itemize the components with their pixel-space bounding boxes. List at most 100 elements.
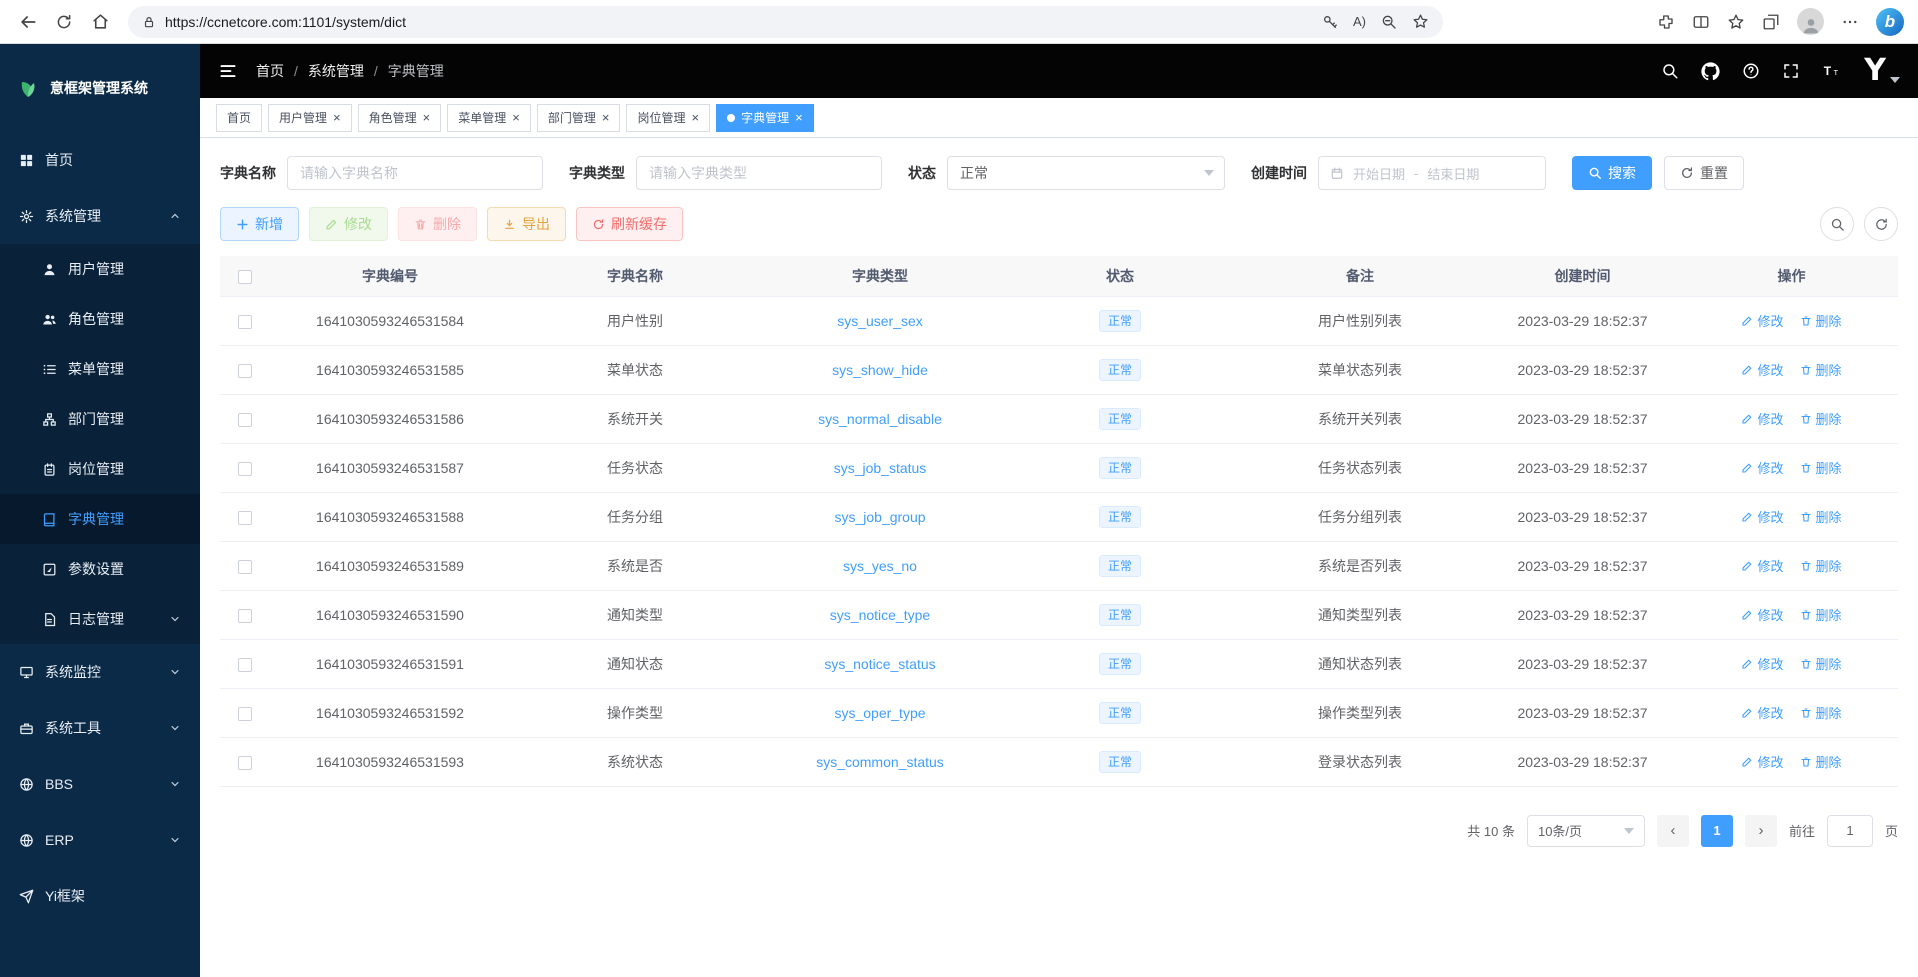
add-button[interactable]: 新增: [220, 207, 299, 241]
profile-avatar[interactable]: [1797, 8, 1824, 35]
row-checkbox[interactable]: [238, 707, 252, 721]
status-select[interactable]: 正常: [947, 156, 1225, 190]
row-edit-button[interactable]: 修改: [1741, 654, 1783, 673]
sidebar-item-system-tools[interactable]: 系统工具: [0, 700, 200, 756]
close-icon[interactable]: ×: [795, 111, 803, 124]
dict-name-input[interactable]: [287, 156, 543, 190]
row-edit-button[interactable]: 修改: [1741, 409, 1783, 428]
row-delete-button[interactable]: 删除: [1800, 458, 1842, 477]
dict-type-link[interactable]: sys_normal_disable: [818, 411, 942, 427]
row-checkbox[interactable]: [238, 511, 252, 525]
row-checkbox[interactable]: [238, 462, 252, 476]
sidebar-item-dict-management[interactable]: 字典管理: [0, 494, 200, 544]
sidebar-item-menu-management[interactable]: 菜单管理: [0, 344, 200, 394]
read-aloud-icon[interactable]: A): [1353, 14, 1366, 29]
fullscreen-button[interactable]: [1782, 62, 1800, 80]
dict-type-link[interactable]: sys_notice_type: [830, 607, 930, 623]
app-logo[interactable]: 意框架管理系统: [0, 44, 200, 132]
refresh-cache-button[interactable]: 刷新缓存: [576, 207, 683, 241]
close-icon[interactable]: ×: [602, 111, 610, 124]
row-delete-button[interactable]: 删除: [1800, 703, 1842, 722]
tab-home[interactable]: 首页: [216, 104, 262, 132]
github-link-button[interactable]: [1701, 62, 1720, 81]
sidebar-item-post-management[interactable]: 岗位管理: [0, 444, 200, 494]
favorites-bar-icon[interactable]: [1727, 13, 1745, 31]
sidebar-item-system-management[interactable]: 系统管理: [0, 188, 200, 244]
close-icon[interactable]: ×: [691, 111, 699, 124]
sidebar-item-dept-management[interactable]: 部门管理: [0, 394, 200, 444]
row-checkbox[interactable]: [238, 315, 252, 329]
row-delete-button[interactable]: 删除: [1800, 654, 1842, 673]
goto-page-input[interactable]: [1827, 815, 1873, 847]
sidebar-item-param-settings[interactable]: 参数设置: [0, 544, 200, 594]
row-edit-button[interactable]: 修改: [1741, 752, 1783, 771]
dict-type-link[interactable]: sys_job_group: [834, 509, 925, 525]
row-checkbox[interactable]: [238, 756, 252, 770]
edit-button[interactable]: 修改: [309, 207, 388, 241]
close-icon[interactable]: ×: [333, 111, 341, 124]
dict-type-link[interactable]: sys_notice_status: [824, 656, 935, 672]
url-text[interactable]: https://ccnetcore.com:1101/system/dict: [165, 14, 1313, 30]
dict-type-link[interactable]: sys_common_status: [816, 754, 944, 770]
reset-button[interactable]: 重置: [1664, 156, 1744, 190]
split-screen-icon[interactable]: [1692, 13, 1710, 31]
row-edit-button[interactable]: 修改: [1741, 556, 1783, 575]
tab-post-management[interactable]: 岗位管理×: [626, 104, 710, 132]
font-size-button[interactable]: TT: [1822, 62, 1842, 80]
export-button[interactable]: 导出: [487, 207, 566, 241]
breadcrumb-item-home[interactable]: 首页: [256, 61, 284, 81]
page-size-select[interactable]: 10条/页: [1527, 815, 1645, 847]
sidebar-item-home[interactable]: 首页: [0, 132, 200, 188]
sidebar-item-system-monitor[interactable]: 系统监控: [0, 644, 200, 700]
more-options-icon[interactable]: [1841, 13, 1859, 31]
zoom-icon[interactable]: [1381, 14, 1397, 30]
tab-role-management[interactable]: 角色管理×: [358, 104, 442, 132]
dict-type-link[interactable]: sys_user_sex: [837, 313, 923, 329]
row-delete-button[interactable]: 删除: [1800, 360, 1842, 379]
browser-back-button[interactable]: [10, 4, 46, 40]
row-edit-button[interactable]: 修改: [1741, 311, 1783, 330]
bing-copilot-icon[interactable]: b: [1876, 8, 1904, 36]
dict-type-link[interactable]: sys_job_status: [834, 460, 927, 476]
help-button[interactable]: [1742, 62, 1760, 80]
row-checkbox[interactable]: [238, 560, 252, 574]
page-number-button[interactable]: 1: [1701, 815, 1733, 847]
sidebar-item-user-management[interactable]: 用户管理: [0, 244, 200, 294]
tab-dept-management[interactable]: 部门管理×: [537, 104, 621, 132]
delete-button[interactable]: 删除: [398, 207, 477, 241]
row-checkbox[interactable]: [238, 364, 252, 378]
tab-menu-management[interactable]: 菜单管理×: [447, 104, 531, 132]
close-icon[interactable]: ×: [423, 111, 431, 124]
row-edit-button[interactable]: 修改: [1741, 703, 1783, 722]
row-edit-button[interactable]: 修改: [1741, 507, 1783, 526]
dict-type-input[interactable]: [636, 156, 882, 190]
next-page-button[interactable]: ›: [1745, 815, 1777, 847]
close-icon[interactable]: ×: [512, 111, 520, 124]
dict-type-link[interactable]: sys_oper_type: [834, 705, 925, 721]
toggle-search-button[interactable]: [1820, 207, 1854, 241]
row-edit-button[interactable]: 修改: [1741, 360, 1783, 379]
sidebar-item-bbs[interactable]: BBS: [0, 756, 200, 812]
extensions-icon[interactable]: [1657, 13, 1675, 31]
browser-home-button[interactable]: [82, 4, 118, 40]
password-key-icon[interactable]: [1322, 14, 1338, 30]
sidebar-item-log-management[interactable]: 日志管理: [0, 594, 200, 644]
row-checkbox[interactable]: [238, 658, 252, 672]
collections-icon[interactable]: [1762, 13, 1780, 31]
search-button[interactable]: 搜索: [1572, 156, 1652, 190]
row-delete-button[interactable]: 删除: [1800, 507, 1842, 526]
favorites-add-icon[interactable]: [1412, 13, 1429, 30]
date-range-picker[interactable]: 开始日期 - 结束日期: [1318, 156, 1546, 190]
row-delete-button[interactable]: 删除: [1800, 409, 1842, 428]
address-bar[interactable]: https://ccnetcore.com:1101/system/dict A…: [128, 6, 1443, 38]
row-delete-button[interactable]: 删除: [1800, 752, 1842, 771]
sidebar-item-yi-framework[interactable]: Yi框架: [0, 868, 200, 924]
sidebar-toggle-button[interactable]: [218, 61, 238, 81]
row-delete-button[interactable]: 删除: [1800, 311, 1842, 330]
breadcrumb-item-system[interactable]: 系统管理: [308, 61, 364, 81]
dict-type-link[interactable]: sys_show_hide: [832, 362, 928, 378]
user-avatar-menu[interactable]: Y: [1864, 56, 1900, 86]
tab-dict-management[interactable]: 字典管理×: [716, 104, 814, 132]
header-search-button[interactable]: [1661, 62, 1679, 80]
select-all-checkbox[interactable]: [238, 270, 252, 284]
